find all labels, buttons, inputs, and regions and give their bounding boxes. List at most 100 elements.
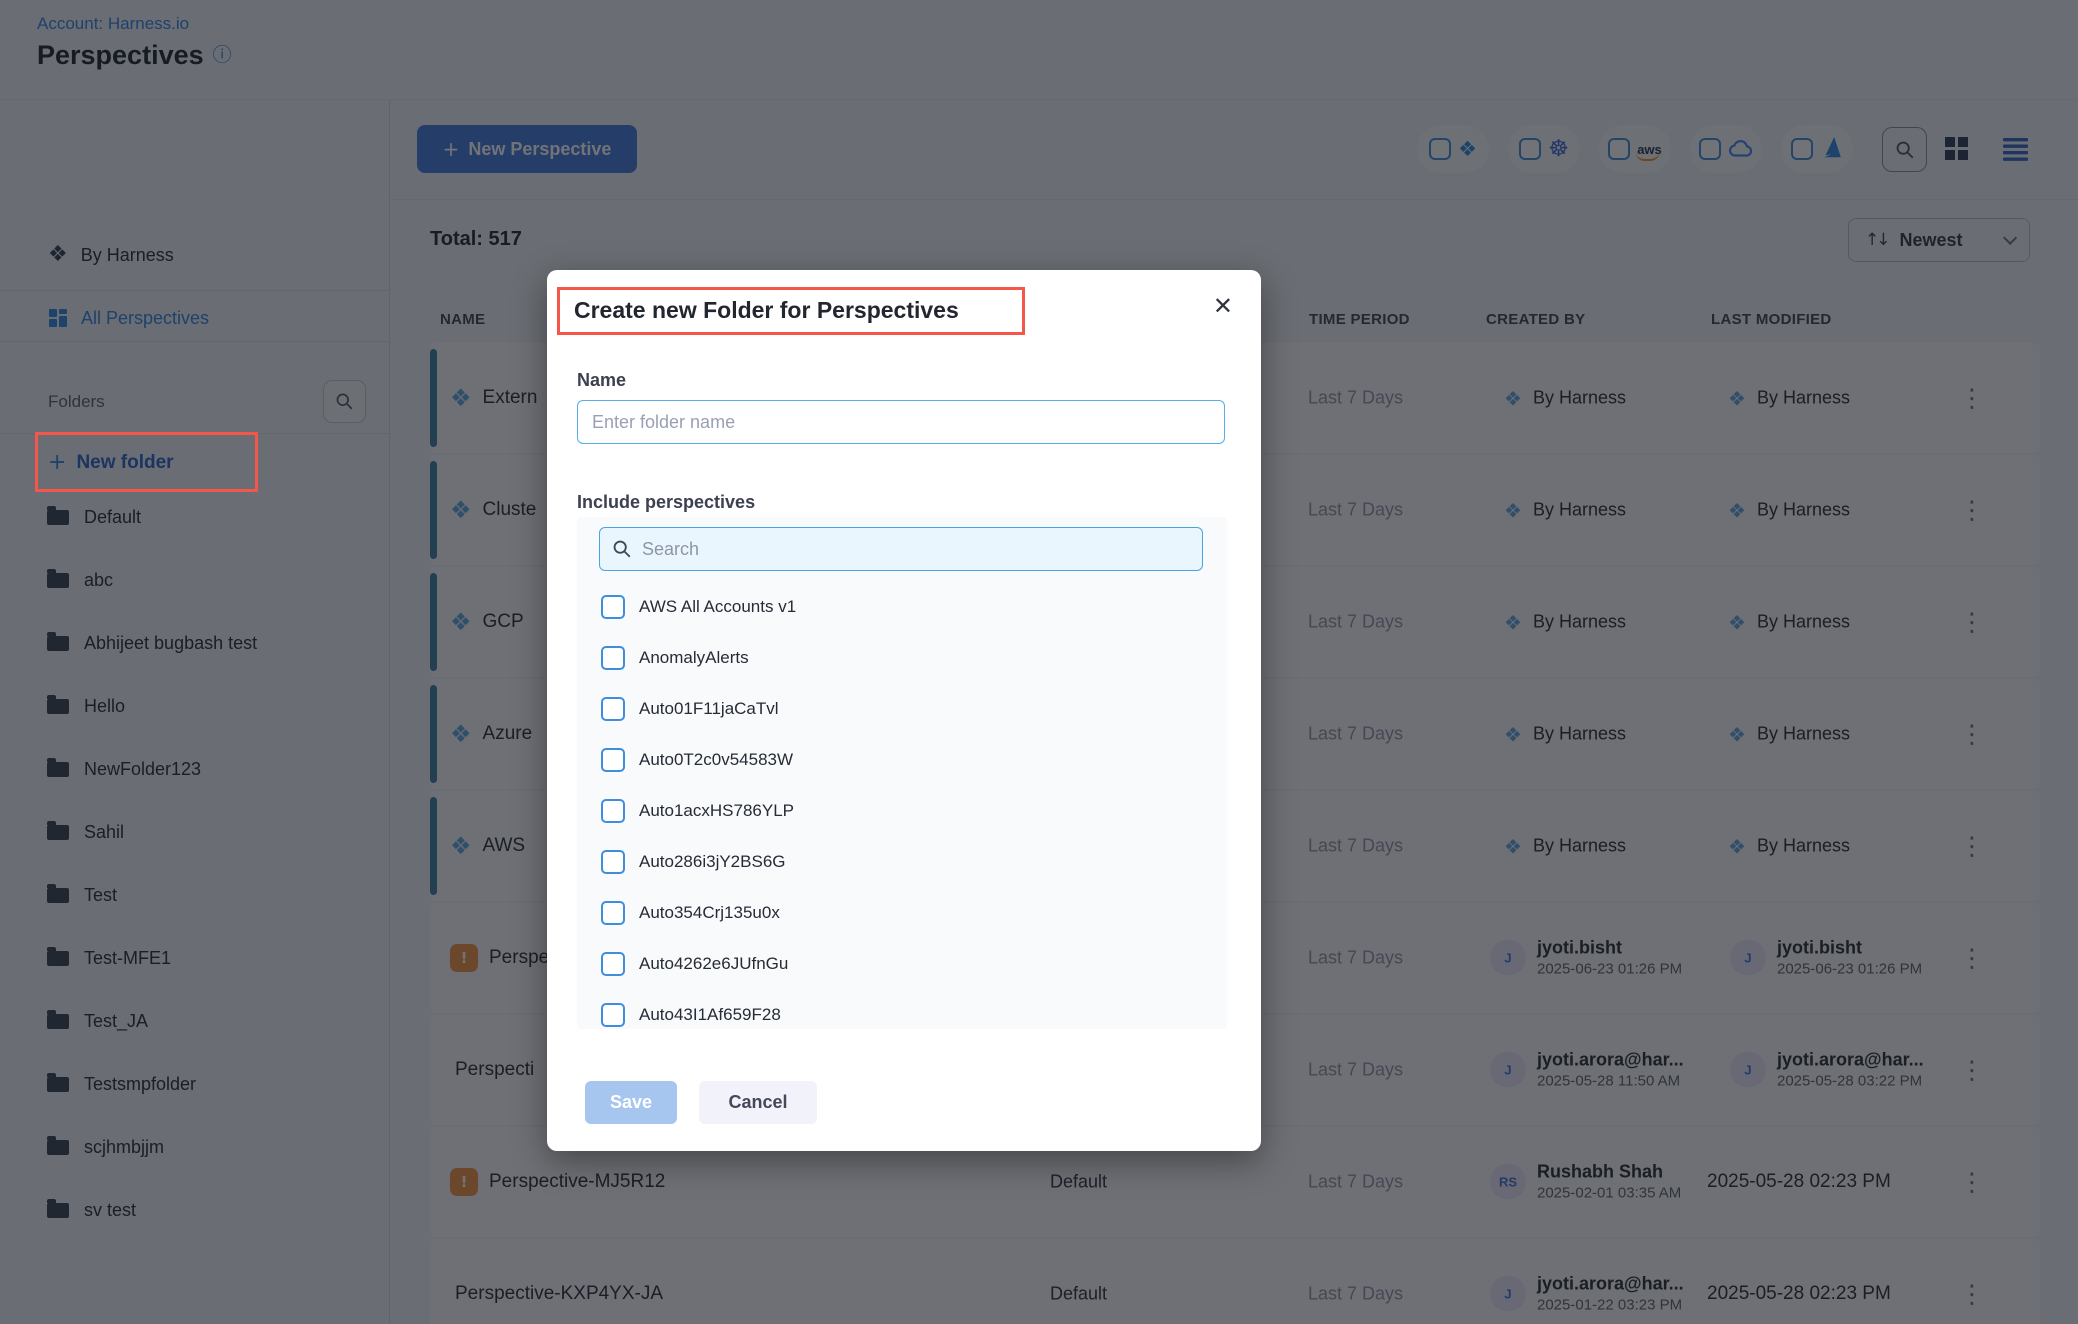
toolbar: + New Perspective ❖☸aws (391, 100, 2078, 200)
row-menu-button[interactable]: ⋮ (1952, 1058, 1992, 1083)
perspectives-picker-panel: AWS All Accounts v1 AnomalyAlerts Auto01F1… (577, 517, 1227, 1029)
search-button[interactable] (1882, 127, 1927, 172)
row-menu-button[interactable]: ⋮ (1952, 1170, 1992, 1195)
plus-icon: + (443, 139, 460, 159)
sidebar-folder-item[interactable]: Testsmpfolder (0, 1053, 389, 1116)
folder-icon (47, 636, 69, 651)
perspective-checkbox[interactable] (601, 1003, 625, 1027)
perspective-option[interactable]: Auto0T2c0v54583W (577, 734, 1227, 785)
filter-checkbox-kubernetes[interactable] (1519, 138, 1541, 160)
created-user-name: jyoti.bisht (1537, 937, 1682, 960)
folder-icon (47, 888, 69, 903)
sidebar-folder-item[interactable]: sv test (0, 1179, 389, 1242)
perspective-option[interactable]: AnomalyAlerts (577, 632, 1227, 683)
perspective-option[interactable]: Auto43I1Af659F28 (577, 989, 1227, 1029)
perspective-checkbox[interactable] (601, 952, 625, 976)
gcp-logo-icon (1728, 137, 1754, 162)
sidebar-folder-item[interactable]: Default (0, 486, 389, 549)
page-header: Account: Harness.io Perspectives ⓘ (0, 0, 2078, 100)
sidebar-folder-item[interactable]: NewFolder123 (0, 738, 389, 801)
harness-logo-icon: ❖ (1728, 724, 1746, 744)
folder-name-input[interactable] (577, 400, 1225, 444)
filter-pill-aws: aws (1599, 125, 1671, 173)
perspective-checkbox[interactable] (601, 748, 625, 772)
sort-arrows-icon: ↑↓ (1865, 232, 1888, 249)
new-perspective-button[interactable]: + New Perspective (417, 125, 637, 173)
perspective-option-label: Auto286i3jY2BS6G (639, 852, 786, 872)
row-modified-cell: ❖By Harness (1728, 388, 1850, 409)
sidebar-item-all-perspectives[interactable]: All Perspectives (0, 296, 389, 340)
filter-checkbox-harness[interactable] (1429, 138, 1451, 160)
row-menu-button[interactable]: ⋮ (1952, 1282, 1992, 1307)
column-header-time-period: TIME PERIOD (1309, 311, 1410, 328)
avatar: J (1490, 940, 1526, 976)
sort-dropdown[interactable]: ↑↓ Newest (1848, 218, 2030, 262)
perspective-checkbox[interactable] (601, 697, 625, 721)
folder-name: Test_JA (84, 1011, 148, 1032)
row-time-period: Last 7 Days (1308, 948, 1403, 969)
sidebar-folder-item[interactable]: scjhmbjjm (0, 1116, 389, 1179)
sidebar-folder-item[interactable]: Sahil (0, 801, 389, 864)
plus-icon: + (48, 452, 66, 474)
perspective-option[interactable]: Auto01F11jaCaTvl (577, 683, 1227, 734)
filter-checkbox-azure[interactable] (1791, 138, 1813, 160)
created-user-info: Rushabh Shah2025-02-01 03:35 AM (1537, 1161, 1681, 1204)
list-view-icon[interactable] (2002, 136, 2029, 166)
save-button[interactable]: Save (585, 1081, 677, 1124)
created-user-info: jyoti.bisht2025-06-23 01:26 PM (1537, 937, 1682, 980)
row-created-cell: RSRushabh Shah2025-02-01 03:35 AM (1490, 1161, 1681, 1204)
perspective-option-label: Auto4262e6JUfnGu (639, 954, 788, 974)
perspective-option[interactable]: Auto4262e6JUfnGu (577, 938, 1227, 989)
cancel-button[interactable]: Cancel (699, 1081, 817, 1124)
account-breadcrumb[interactable]: Account: Harness.io (37, 14, 189, 34)
perspective-checkbox[interactable] (601, 646, 625, 670)
sidebar-folder-item[interactable]: Test (0, 864, 389, 927)
perspective-option[interactable]: AWS All Accounts v1 (577, 581, 1227, 632)
perspective-search-input[interactable] (642, 539, 1190, 560)
row-folder: Default (1050, 1284, 1107, 1305)
filter-checkbox-aws[interactable] (1608, 138, 1630, 160)
row-menu-button[interactable]: ⋮ (1952, 946, 1992, 971)
sidebar-folder-item[interactable]: Test-MFE1 (0, 927, 389, 990)
harness-logo-icon: ❖ (1504, 500, 1522, 520)
info-icon[interactable]: ⓘ (213, 46, 232, 65)
row-name-cell: !Perspective-MJ5R12 (450, 1168, 665, 1196)
perspective-option-label: Auto1acxHS786YLP (639, 801, 794, 821)
perspective-option[interactable]: Auto286i3jY2BS6G (577, 836, 1227, 887)
page-title: Perspectives ⓘ (37, 40, 232, 71)
perspective-checkbox[interactable] (601, 595, 625, 619)
row-created-cell: Jjyoti.arora@har...2025-05-28 11:50 AM (1490, 1049, 1684, 1092)
new-folder-button[interactable]: + New folder (0, 440, 389, 486)
row-menu-button[interactable]: ⋮ (1952, 386, 1992, 411)
sidebar-item-by-harness[interactable]: ❖ By Harness (0, 232, 389, 278)
row-menu-button[interactable]: ⋮ (1952, 498, 1992, 523)
perspective-option[interactable]: Auto1acxHS786YLP (577, 785, 1227, 836)
row-time-period: Last 7 Days (1308, 612, 1403, 633)
sidebar-folder-item[interactable]: Abhijeet bugbash test (0, 612, 389, 675)
row-menu-button[interactable]: ⋮ (1952, 722, 1992, 747)
grid-view-icon[interactable] (1944, 136, 1969, 166)
table-row[interactable]: Perspective-KXP4YX-JADefaultLast 7 DaysJ… (430, 1239, 2040, 1324)
created-by-harness-label: By Harness (1533, 388, 1626, 409)
sidebar-folder-item[interactable]: Hello (0, 675, 389, 738)
row-menu-button[interactable]: ⋮ (1952, 610, 1992, 635)
perspective-option-label: AnomalyAlerts (639, 648, 749, 668)
created-by-harness-label: By Harness (1533, 836, 1626, 857)
sidebar-folder-item[interactable]: abc (0, 549, 389, 612)
sort-selected-value: Newest (1900, 230, 1963, 251)
row-modified-cell: ❖By Harness (1728, 612, 1850, 633)
sidebar-folder-item[interactable]: Test_JA (0, 990, 389, 1053)
harness-logo-icon: ❖ (1504, 612, 1522, 632)
perspective-checkbox[interactable] (601, 799, 625, 823)
row-menu-button[interactable]: ⋮ (1952, 834, 1992, 859)
created-user-info: jyoti.arora@har...2025-01-22 03:23 PM (1537, 1273, 1684, 1316)
close-icon[interactable]: ✕ (1213, 294, 1233, 318)
perspective-checkbox[interactable] (601, 901, 625, 925)
perspective-option[interactable]: Auto354Crj135u0x (577, 887, 1227, 938)
perspective-checkbox[interactable] (601, 850, 625, 874)
filter-checkbox-gcp[interactable] (1699, 138, 1721, 160)
folder-name: Sahil (84, 822, 124, 843)
folder-search-button[interactable] (323, 380, 366, 423)
perspective-name: Perspe (489, 947, 549, 969)
harness-logo-icon: ❖ (1728, 612, 1746, 632)
